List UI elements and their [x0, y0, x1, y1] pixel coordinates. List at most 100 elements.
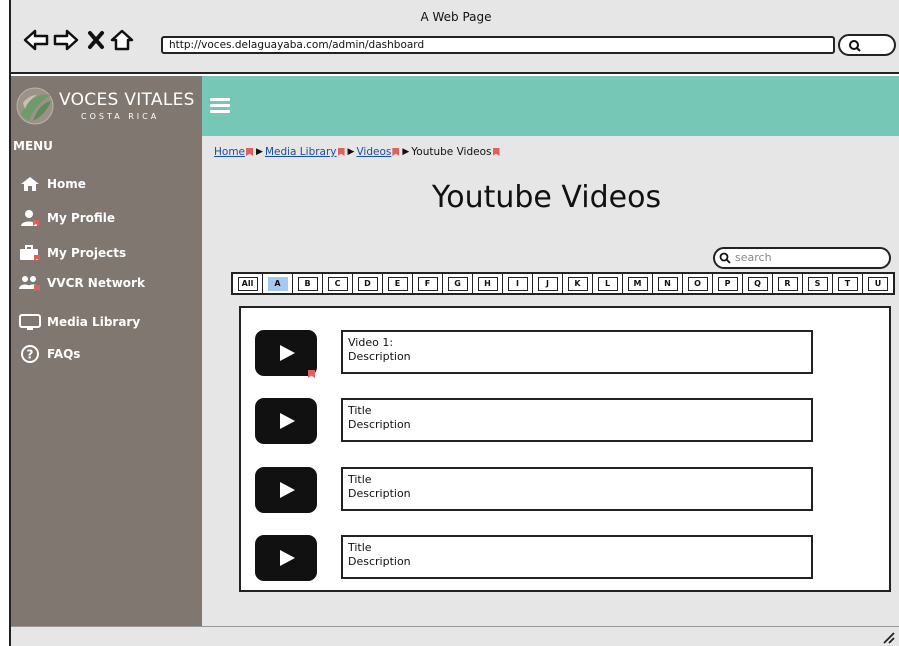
url-bar[interactable]: http://voces.delaguayaba.com/admin/dashb…: [161, 36, 835, 54]
logo[interactable]: VOCES VITALES COSTA RICA: [11, 76, 202, 136]
play-button[interactable]: [255, 398, 317, 444]
video-card[interactable]: Title Description: [341, 398, 813, 442]
breadcrumb-media-library[interactable]: Media Library: [265, 146, 337, 158]
forward-icon[interactable]: [53, 28, 79, 52]
stop-icon[interactable]: [85, 28, 111, 52]
note-flag-icon: [337, 148, 345, 156]
video-title: Video 1:: [348, 336, 394, 349]
letter-filter-o[interactable]: O: [683, 274, 713, 293]
list-item: Title Description: [255, 398, 815, 446]
browser-toolbar: A Web Page http://voces.delaguayaba.com/…: [11, 0, 899, 74]
page-title: Youtube Videos: [431, 180, 662, 215]
status-bar: [11, 626, 899, 646]
breadcrumb-separator-icon: ▶: [402, 147, 410, 157]
play-button[interactable]: [255, 467, 317, 513]
search-placeholder: search: [735, 251, 772, 264]
group-icon: [19, 274, 41, 292]
briefcase-icon: [19, 244, 41, 262]
sidebar-item-label: Home: [47, 177, 86, 191]
video-card[interactable]: Title Description: [341, 467, 813, 511]
breadcrumb-current: Youtube Videos: [411, 146, 492, 158]
letter-filter-b[interactable]: B: [293, 274, 323, 293]
video-title: Title: [348, 404, 372, 417]
sidebar: MENU Home My Profile My Projects VVCR Ne…: [11, 136, 202, 626]
letter-filter-p[interactable]: P: [713, 274, 743, 293]
video-list: Video 1: Description Title Description T…: [239, 306, 891, 592]
video-description: Description: [348, 418, 411, 431]
letter-filter-n[interactable]: N: [653, 274, 683, 293]
sidebar-item-vvcr-network[interactable]: VVCR Network: [19, 273, 199, 293]
play-icon: [280, 550, 295, 566]
note-flag-icon: [392, 148, 400, 156]
search-input[interactable]: search: [713, 247, 891, 269]
video-title: Title: [348, 473, 372, 486]
sidebar-item-my-profile[interactable]: My Profile: [19, 208, 199, 228]
letter-filter-j[interactable]: J: [533, 274, 563, 293]
search-icon: [849, 40, 861, 52]
letter-filter-h[interactable]: H: [473, 274, 503, 293]
sidebar-item-my-projects[interactable]: My Projects: [19, 243, 199, 263]
letter-filter-u[interactable]: U: [863, 274, 893, 293]
letter-filter-e[interactable]: E: [383, 274, 413, 293]
resize-handle-icon[interactable]: [881, 630, 895, 644]
play-button[interactable]: [255, 535, 317, 581]
letter-filter-q[interactable]: Q: [743, 274, 773, 293]
letter-filter-c[interactable]: C: [323, 274, 353, 293]
note-flag-icon: [246, 148, 254, 156]
letter-filter-i[interactable]: I: [503, 274, 533, 293]
letter-filter-d[interactable]: D: [353, 274, 383, 293]
letter-filter-r[interactable]: R: [773, 274, 803, 293]
sidebar-item-label: VVCR Network: [47, 276, 145, 290]
browser-window: A Web Page http://voces.delaguayaba.com/…: [9, 0, 899, 646]
letter-filter-m[interactable]: M: [623, 274, 653, 293]
breadcrumb-separator-icon: ▶: [256, 147, 263, 157]
breadcrumb-separator-icon: ▶: [347, 147, 355, 157]
note-flag-icon: [492, 148, 500, 156]
main-content: Home ▶ Media Library ▶ Videos ▶ Youtube …: [202, 136, 899, 626]
letter-filter-l[interactable]: L: [593, 274, 623, 293]
monitor-icon: [19, 313, 41, 331]
sidebar-item-label: Media Library: [47, 315, 141, 329]
video-card[interactable]: Title Description: [341, 535, 813, 579]
play-icon: [280, 345, 295, 361]
letter-filter-a[interactable]: A: [263, 274, 293, 293]
letter-filter-g[interactable]: G: [443, 274, 473, 293]
logo-title: VOCES VITALES: [59, 90, 195, 110]
letter-filter-bar: All A B C D E F G H I J K L M N O P Q R …: [231, 272, 895, 295]
sidebar-item-faqs[interactable]: ? FAQs: [19, 344, 199, 364]
video-description: Description: [348, 555, 411, 568]
note-flag-icon: [308, 370, 315, 378]
sidebar-item-media-library[interactable]: Media Library: [19, 312, 199, 332]
search-icon: [719, 252, 731, 264]
letter-filter-k[interactable]: K: [563, 274, 593, 293]
browser-search-button[interactable]: [838, 34, 896, 56]
letter-filter-all[interactable]: All: [233, 274, 263, 293]
sidebar-item-home[interactable]: Home: [19, 174, 199, 194]
video-description: Description: [348, 487, 411, 500]
window-title: A Web Page: [420, 10, 492, 24]
user-icon: [19, 209, 41, 227]
sidebar-item-label: My Projects: [47, 246, 127, 260]
video-card[interactable]: Video 1: Description: [341, 330, 813, 374]
home-icon: [19, 175, 41, 193]
hamburger-menu-icon[interactable]: [210, 98, 230, 114]
list-item: Title Description: [255, 535, 815, 583]
question-icon: ?: [19, 345, 41, 363]
breadcrumb: Home ▶ Media Library ▶ Videos ▶ Youtube …: [214, 146, 500, 158]
home-nav-icon[interactable]: [109, 28, 135, 52]
letter-filter-t[interactable]: T: [833, 274, 863, 293]
app-header: VOCES VITALES COSTA RICA: [11, 76, 899, 136]
breadcrumb-home[interactable]: Home: [214, 146, 245, 158]
menu-label: MENU: [13, 139, 53, 153]
list-item: Video 1: Description: [255, 330, 815, 378]
sidebar-item-label: FAQs: [47, 347, 81, 361]
letter-filter-f[interactable]: F: [413, 274, 443, 293]
svg-text:?: ?: [27, 348, 34, 362]
breadcrumb-videos[interactable]: Videos: [356, 146, 391, 158]
play-button[interactable]: [255, 330, 317, 376]
video-title: Title: [348, 541, 372, 554]
video-description: Description: [348, 350, 411, 363]
back-icon[interactable]: [23, 28, 49, 52]
letter-filter-s[interactable]: S: [803, 274, 833, 293]
play-icon: [280, 413, 295, 429]
